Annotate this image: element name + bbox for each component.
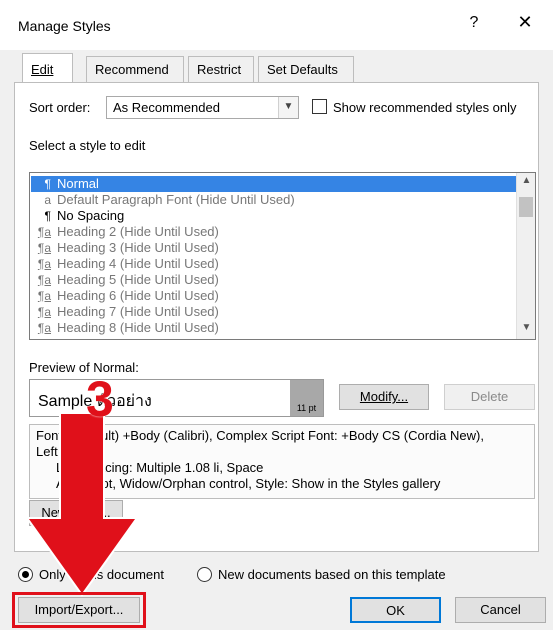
red-arrow-icon [25, 412, 139, 597]
step-number: 3 [86, 371, 114, 427]
annotation-arrow-overlay [25, 412, 139, 597]
